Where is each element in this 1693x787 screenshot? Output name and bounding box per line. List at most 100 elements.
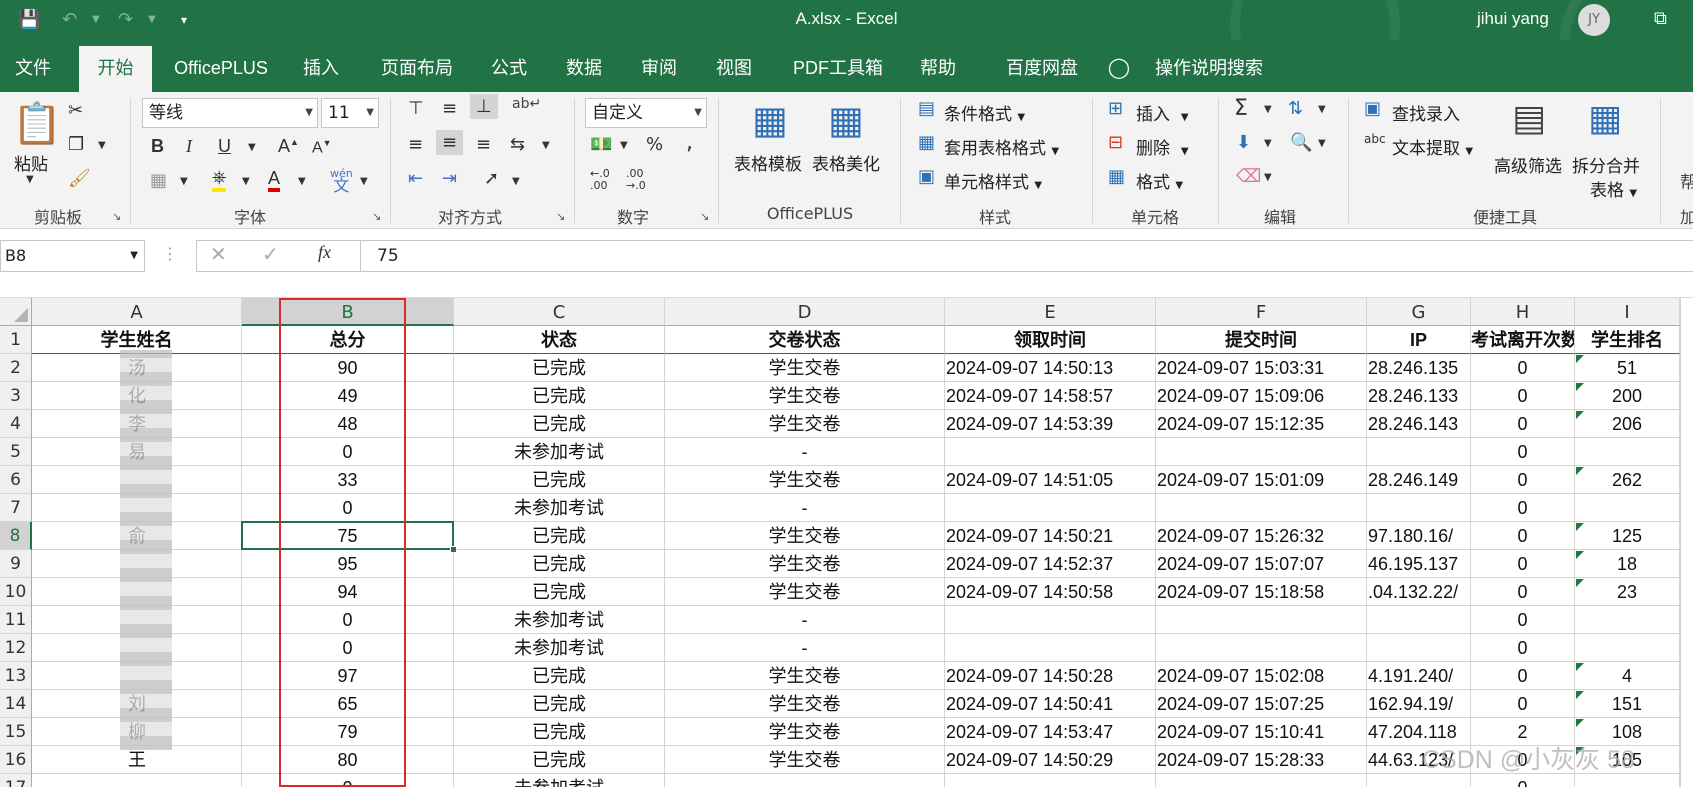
format-as-table-icon[interactable]: ▦ [918, 132, 935, 153]
conditional-format-icon[interactable]: ▤ [918, 98, 935, 119]
tab-data[interactable]: 数据 [553, 40, 615, 92]
cell-d6[interactable]: 学生交卷 [665, 466, 945, 494]
tab-insert[interactable]: 插入 [290, 40, 352, 92]
paste-dropdown-icon[interactable]: ▼ [26, 174, 34, 185]
cell-i2[interactable]: 51 [1575, 354, 1680, 382]
underline-icon[interactable]: U [218, 136, 231, 157]
cell-i12[interactable] [1575, 634, 1680, 662]
cell-f3[interactable]: 2024-09-07 15:09:06 [1156, 382, 1367, 410]
cell-i11[interactable] [1575, 606, 1680, 634]
fill-color-icon[interactable]: ⎈ [212, 168, 227, 192]
cell-g4[interactable]: 28.246.143 [1367, 410, 1471, 438]
cell-g12[interactable] [1367, 634, 1471, 662]
cell-d2[interactable]: 学生交卷 [665, 354, 945, 382]
row-header[interactable]: 10 [0, 578, 32, 606]
cell-d7[interactable]: - [665, 494, 945, 522]
increase-decimal-icon[interactable]: ←.0 .00 [590, 168, 610, 192]
alignment-launcher-icon[interactable]: ↘ [556, 210, 565, 223]
cell-styles-icon[interactable]: ▣ [918, 166, 935, 187]
cell-c5[interactable]: 未参加考试 [454, 438, 665, 466]
cell-c9[interactable]: 已完成 [454, 550, 665, 578]
cell-c7[interactable]: 未参加考试 [454, 494, 665, 522]
decrease-indent-icon[interactable]: ⇤ [408, 168, 423, 189]
cell-b5[interactable]: 0 [242, 438, 454, 466]
split-merge-table-button[interactable]: 表格 ▼ [1590, 176, 1637, 201]
cell-e16[interactable]: 2024-09-07 14:50:29 [945, 746, 1156, 774]
header-cell[interactable]: 考试离开次数 [1471, 326, 1575, 354]
cell-i14[interactable]: 151 [1575, 690, 1680, 718]
table-template-button[interactable]: 表格模板 [734, 150, 802, 175]
row-header[interactable]: 7 [0, 494, 32, 522]
italic-icon[interactable]: I [186, 136, 192, 157]
cut-icon[interactable]: ✂ [68, 100, 83, 121]
header-cell[interactable]: 提交时间 [1156, 326, 1367, 354]
fill-icon[interactable]: ⬇ [1236, 132, 1251, 153]
cell-e14[interactable]: 2024-09-07 14:50:41 [945, 690, 1156, 718]
cell-c8[interactable]: 已完成 [454, 522, 665, 550]
cell-g10[interactable]: .04.132.22/ [1367, 578, 1471, 606]
copy-dropdown-icon[interactable]: ▼ [98, 140, 106, 151]
cell-f10[interactable]: 2024-09-07 15:18:58 [1156, 578, 1367, 606]
column-header-i[interactable]: I [1575, 298, 1680, 326]
phonetic-dropdown-icon[interactable]: ▼ [360, 176, 368, 187]
advanced-filter-button[interactable]: 高级筛选 [1494, 152, 1562, 177]
cutoff-group-button[interactable]: 帮 [1680, 168, 1693, 193]
table-beautify-icon[interactable]: ▦ [828, 98, 864, 142]
sort-filter-icon[interactable]: ⇅ [1288, 98, 1303, 119]
align-left-icon[interactable]: ≡ [408, 134, 423, 155]
cell-e4[interactable]: 2024-09-07 14:53:39 [945, 410, 1156, 438]
cell-e5[interactable] [945, 438, 1156, 466]
cell-b11[interactable]: 0 [242, 606, 454, 634]
percent-icon[interactable]: % [646, 134, 663, 155]
cell-g6[interactable]: 28.246.149 [1367, 466, 1471, 494]
find-entry-icon[interactable]: ▣ [1364, 98, 1381, 119]
cell-c3[interactable]: 已完成 [454, 382, 665, 410]
font-launcher-icon[interactable]: ↘ [372, 210, 381, 223]
find-select-dropdown-icon[interactable]: ▼ [1318, 138, 1326, 149]
align-middle-icon[interactable]: ≡ [442, 98, 457, 119]
font-size-combo[interactable]: 11 ▼ [321, 98, 379, 128]
header-cell[interactable]: 领取时间 [945, 326, 1156, 354]
fill-dropdown-icon[interactable]: ▼ [1264, 138, 1272, 149]
column-header-f[interactable]: F [1156, 298, 1367, 326]
format-painter-icon[interactable]: 🖌 [68, 168, 91, 189]
cell-b9[interactable]: 95 [242, 550, 454, 578]
orientation-icon[interactable]: ➚ [484, 168, 499, 189]
header-cell[interactable]: 交卷状态 [665, 326, 945, 354]
tab-page-layout[interactable]: 页面布局 [372, 40, 462, 92]
font-name-combo[interactable]: 等线 ▼ [142, 98, 318, 128]
insert-function-icon[interactable]: fx [318, 242, 331, 263]
cell-a17[interactable] [32, 774, 242, 787]
cell-e2[interactable]: 2024-09-07 14:50:13 [945, 354, 1156, 382]
cell-f12[interactable] [1156, 634, 1367, 662]
format-as-table-button[interactable]: 套用表格格式 ▼ [944, 134, 1059, 159]
cell-b2[interactable]: 90 [242, 354, 454, 382]
cell-e9[interactable]: 2024-09-07 14:52:37 [945, 550, 1156, 578]
align-center-icon[interactable]: ≡ [436, 130, 464, 155]
name-box[interactable]: B8 ▼ [0, 240, 145, 272]
merge-center-icon[interactable]: ⇆ [510, 134, 525, 155]
column-header-g[interactable]: G [1367, 298, 1471, 326]
cell-h14[interactable]: 0 [1471, 690, 1575, 718]
clipboard-launcher-icon[interactable]: ↘ [112, 210, 121, 223]
cancel-icon[interactable]: ✕ [210, 242, 227, 266]
orientation-dropdown-icon[interactable]: ▼ [512, 176, 520, 187]
cell-c12[interactable]: 未参加考试 [454, 634, 665, 662]
row-header[interactable]: 12 [0, 634, 32, 662]
cell-i5[interactable] [1575, 438, 1680, 466]
increase-indent-icon[interactable]: ⇥ [442, 168, 457, 189]
cell-h7[interactable]: 0 [1471, 494, 1575, 522]
cell-d10[interactable]: 学生交卷 [665, 578, 945, 606]
row-header[interactable]: 1 [0, 326, 32, 354]
column-header-a[interactable]: A [32, 298, 242, 326]
avatar[interactable]: JY [1578, 4, 1610, 36]
format-cells-icon[interactable]: ▦ [1108, 166, 1125, 187]
column-header-b[interactable]: B [242, 298, 454, 326]
insert-cells-icon[interactable]: ⊞ [1108, 98, 1123, 119]
header-cell[interactable]: IP [1367, 326, 1471, 354]
format-cells-button[interactable]: 格式 ▼ [1136, 168, 1183, 193]
cell-i7[interactable] [1575, 494, 1680, 522]
delete-cells-icon[interactable]: ⊟ [1108, 132, 1123, 153]
cell-e15[interactable]: 2024-09-07 14:53:47 [945, 718, 1156, 746]
row-header[interactable]: 3 [0, 382, 32, 410]
